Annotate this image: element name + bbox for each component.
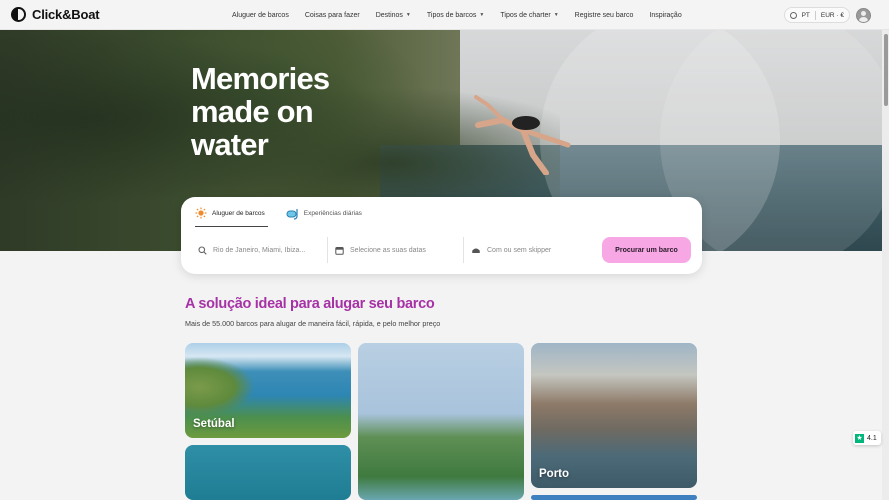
nav-label: Registre seu barco	[574, 11, 634, 19]
rating-value: 4.1	[867, 434, 877, 442]
scrollbar-thumb[interactable]	[883, 34, 888, 106]
captain-hat-icon	[472, 248, 480, 253]
logo-icon	[11, 7, 26, 22]
tab-label: Aluguer de barcos	[212, 209, 265, 217]
main-nav: Aluguer de barcos Coisas para fazer Dest…	[224, 0, 690, 30]
section-subtitle: Mais de 55.000 barcos para alugar de man…	[185, 319, 441, 328]
nav-item-registre[interactable]: Registre seu barco	[567, 12, 642, 19]
rating-badge[interactable]: ★ 4.1	[853, 431, 881, 445]
chevron-down-icon: ▼	[479, 12, 485, 18]
destination-card[interactable]	[185, 445, 351, 500]
location-input[interactable]: Rio de Janeiro, Miami, Ibiza...	[191, 237, 328, 263]
chevron-down-icon: ▼	[553, 12, 559, 18]
skipper-placeholder: Com ou sem skipper	[487, 246, 552, 254]
destination-card[interactable]	[531, 495, 697, 500]
globe-icon	[789, 11, 797, 19]
calendar-icon	[335, 246, 344, 255]
currency-label: EUR · €	[820, 11, 844, 19]
logo[interactable]: Click&Boat	[11, 7, 100, 22]
logo-text: Click&Boat	[32, 7, 100, 22]
tab-label: Experiências diárias	[303, 210, 362, 217]
nav-item-inspiracao[interactable]: Inspiração	[641, 12, 689, 19]
search-boat-button[interactable]: Procurar um barco	[602, 237, 691, 263]
snorkel-icon	[286, 208, 298, 220]
user-avatar-icon[interactable]	[856, 7, 871, 23]
diver-illustration	[474, 95, 571, 175]
page-scrollbar[interactable]	[882, 30, 889, 500]
nav-item-aluguer[interactable]: Aluguer de barcos	[224, 12, 297, 19]
nav-item-coisas[interactable]: Coisas para fazer	[297, 12, 368, 19]
tab-boat-rental[interactable]: Aluguer de barcos	[195, 207, 268, 227]
dates-placeholder: Selecione as suas datas	[350, 246, 426, 254]
destination-card[interactable]	[358, 343, 524, 500]
nav-label: Destinos	[375, 11, 403, 19]
card-image	[185, 357, 255, 417]
search-tabs: Aluguer de barcos Experiências diárias	[195, 207, 362, 227]
hero-title: Memories made on water	[191, 61, 330, 162]
skipper-select[interactable]: Com ou sem skipper	[464, 237, 601, 263]
nav-item-tipos-charter[interactable]: Tipos de charter ▼	[492, 12, 566, 19]
nav-item-destinos[interactable]: Destinos ▼	[368, 12, 419, 19]
nav-label: Aluguer de barcos	[232, 11, 289, 19]
search-card: Aluguer de barcos Experiências diárias R…	[181, 197, 702, 274]
header-actions: PT EUR · €	[783, 7, 871, 23]
nav-label: Inspiração	[649, 11, 682, 19]
tab-daily-experiences[interactable]: Experiências diárias	[286, 207, 362, 227]
star-icon: ★	[855, 433, 864, 443]
chevron-down-icon: ▼	[405, 12, 411, 18]
nav-item-tipos-barcos[interactable]: Tipos de barcos ▼	[419, 12, 493, 19]
section-title: A solução ideal para alugar seu barco	[185, 296, 435, 312]
locale-selector[interactable]: PT EUR · €	[783, 7, 850, 23]
destination-card-porto[interactable]: Porto	[531, 343, 697, 488]
top-navigation-bar: Click&Boat Aluguer de barcos Coisas para…	[0, 0, 889, 30]
divider	[814, 10, 816, 20]
destination-label: Setúbal	[193, 418, 235, 430]
nav-label: Coisas para fazer	[304, 11, 360, 19]
destination-label: Porto	[539, 468, 570, 480]
search-icon	[198, 245, 207, 255]
sun-icon	[195, 207, 207, 219]
destination-card-setubal[interactable]: Setúbal	[185, 343, 351, 438]
nav-label: Tipos de barcos	[426, 11, 477, 19]
language-label: PT	[801, 11, 810, 19]
dates-input[interactable]: Selecione as suas datas	[328, 237, 464, 263]
nav-label: Tipos de charter	[500, 11, 551, 19]
location-placeholder: Rio de Janeiro, Miami, Ibiza...	[213, 246, 306, 254]
